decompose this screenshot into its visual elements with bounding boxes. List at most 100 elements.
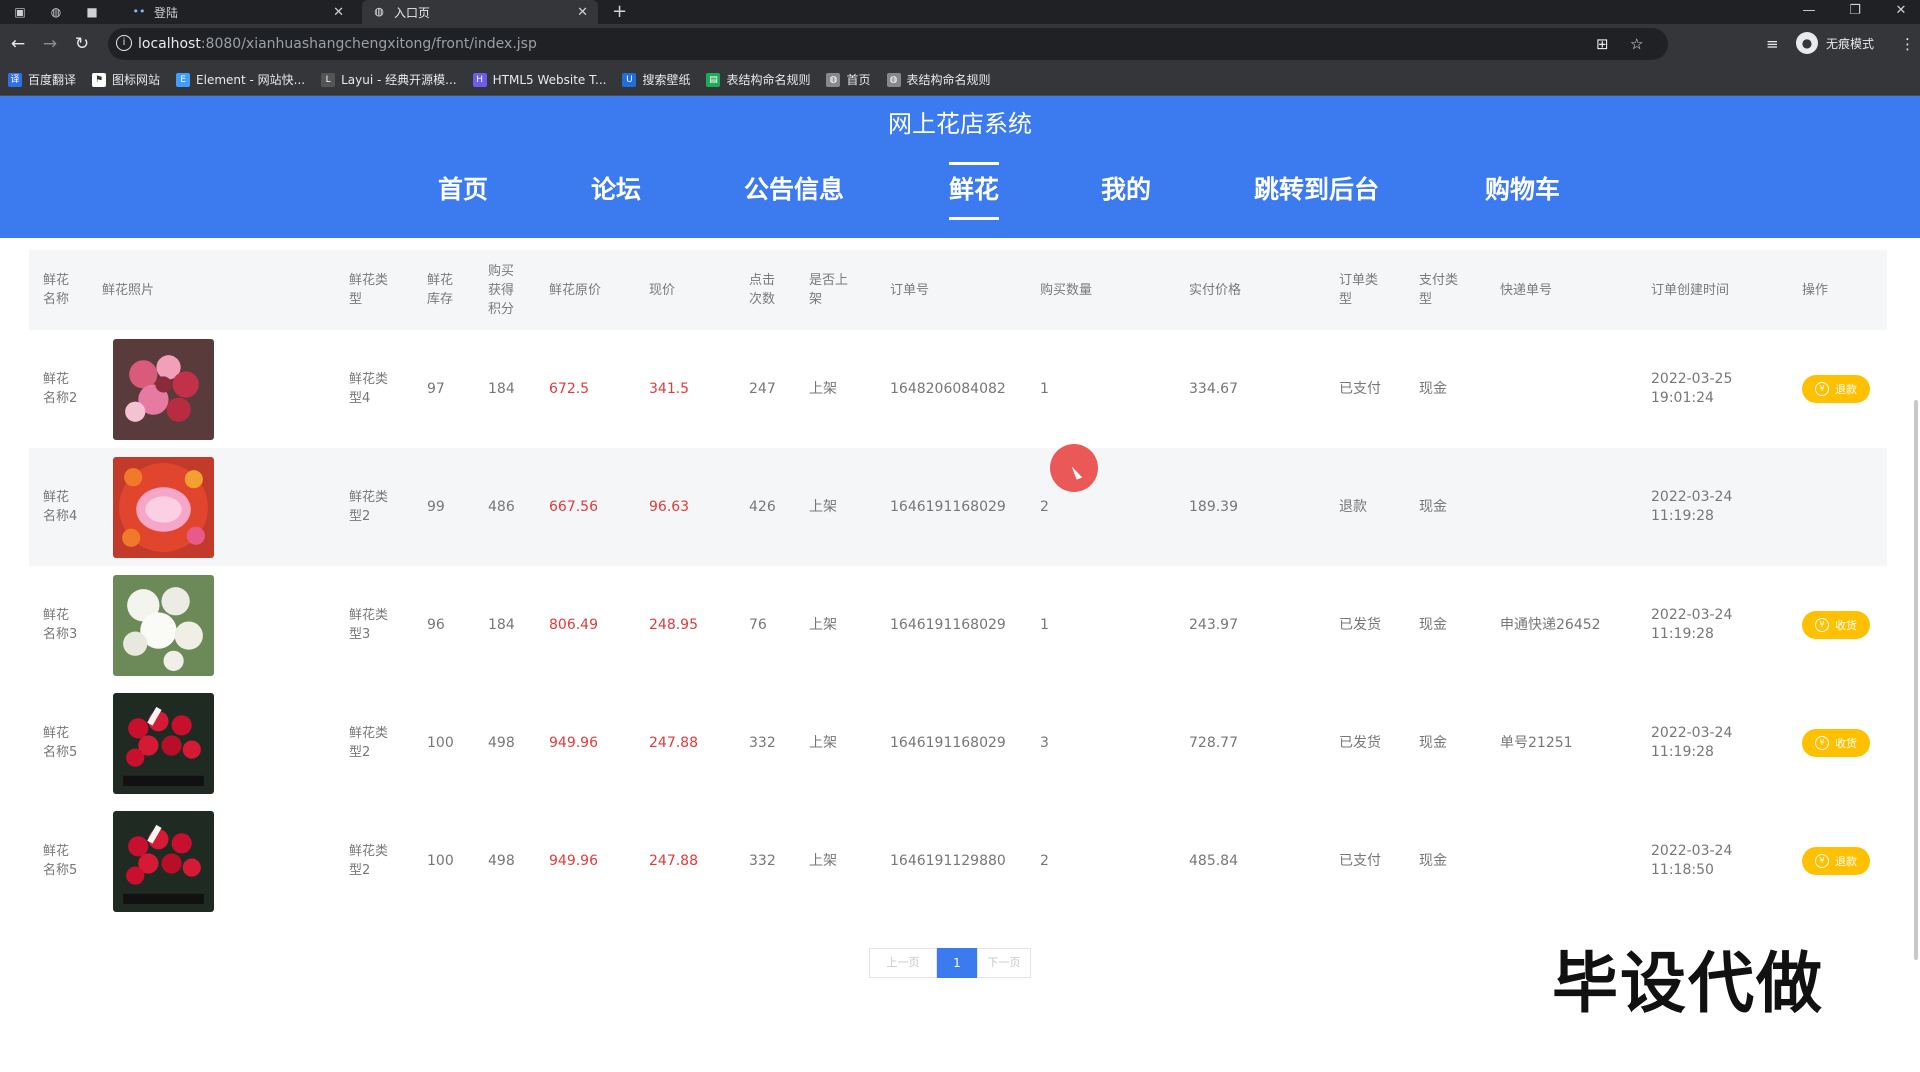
new-tab-icon[interactable]: + [612,1,627,22]
reading-list-icon[interactable]: ≡ [1766,35,1779,53]
orders-table: 鲜花名称 鲜花照片 鲜花类型 鲜花库存 购买获得积分 鲜花原价 现价 点击次数 … [29,250,1887,920]
address-bar[interactable]: i localhost:8080/xianhuashangchengxitong… [108,28,1668,60]
cell-text: 已支付 [1339,380,1381,397]
nav-cart[interactable]: 购物车 [1485,164,1560,216]
back-icon[interactable]: ← [8,34,28,54]
col-header: 是否上架 [809,273,849,307]
translate-icon[interactable]: ⊞ [1596,35,1609,53]
window-icon[interactable]: ■ [84,4,100,20]
globe-icon[interactable]: ◍ [48,4,64,20]
page-1-button[interactable]: 1 [937,948,977,978]
col-header: 订单创建时间 [1651,282,1730,298]
tab-login[interactable]: •• 登陆 ✕ [122,0,354,24]
cell-action [1788,448,1887,566]
next-page-button[interactable]: 下一页 [977,948,1031,978]
restore-icon[interactable]: ❐ [1832,0,1878,24]
col-header: 鲜花照片 [102,282,155,298]
bookmark-item[interactable]: ◍ 表结构命名规则 [886,71,991,88]
cell-text: 667.56 [549,498,598,515]
cell-text: 1646191129880 [890,852,1006,869]
nav-admin[interactable]: 跳转到后台 [1254,164,1379,216]
cell-pay-type: 现金 [1405,330,1486,448]
cell-text: 97 [427,380,445,397]
prev-page-button[interactable]: 上一页 [869,948,937,978]
site-title: 网上花店系统 [888,110,1032,138]
close-tab-icon[interactable]: ✕ [333,5,344,20]
yen-icon: ¥ [1815,736,1829,750]
bookmark-item[interactable]: U 搜索壁纸 [622,71,690,88]
cell-points: 184 [474,566,535,684]
html5-icon: H [472,72,487,87]
refund-button[interactable]: ¥ 退款 [1802,847,1870,875]
cell-price: 96.63 [635,448,735,566]
bilibili-icon[interactable]: ▣ [12,4,28,20]
incognito-badge[interactable]: ● 无痕模式 [1796,32,1874,54]
flower-photo[interactable] [113,338,214,440]
cell-order-no: 1648206084082 [876,330,1026,448]
nav-announcements[interactable]: 公告信息 [744,164,844,216]
flower-photo[interactable] [113,456,214,558]
cell-text: 2 [1040,852,1049,869]
page-scrollbar[interactable] [1914,400,1918,960]
bookmark-item[interactable]: E Element - 网站快... [176,71,305,88]
cell-text: 1648206084082 [890,380,1006,397]
forward-icon[interactable]: → [40,34,60,54]
table-row: 鲜花名称5 鲜花类型2 100 498 949.96 247.88 332 上架 1646191… [29,684,1887,802]
table-row: 鲜花名称5 鲜花类型2 100 498 949.96 247.88 332 上架 1646191… [29,802,1887,920]
bookmark-item[interactable]: ▤ 表结构命名规则 [706,71,810,88]
nav-flowers[interactable]: 鲜花 [949,162,1000,220]
info-icon[interactable]: i [116,35,132,51]
tab-entry[interactable]: ◍ 入口页 ✕ [362,0,598,24]
star-icon[interactable]: ☆ [1630,35,1643,53]
bookmark-item[interactable]: 译百度翻译 [8,71,76,88]
nav-forum[interactable]: 论坛 [591,164,641,216]
minimize-icon[interactable]: — [1786,0,1832,24]
globe-icon: ◍ [826,72,841,87]
cell-text: 949.96 [549,852,598,869]
cell-paid: 485.84 [1175,802,1325,920]
bookmarks-bar: 译百度翻译 ⚑ 图标网站 E Element - 网站快... L Layui - 经… [0,64,1920,96]
cell-express: 单号21251 [1486,684,1637,802]
cell-clicks: 247 [735,330,795,448]
bookmark-item[interactable]: L Layui - 经典开源模... [321,71,457,88]
cell-text: 现金 [1419,852,1447,869]
bookmark-label: 表结构命名规则 [906,73,991,87]
refund-button[interactable]: ¥ 退款 [1802,375,1870,403]
flower-photo[interactable] [113,692,214,794]
cell-text: 96.63 [649,498,690,515]
close-tab-icon[interactable]: ✕ [577,5,588,20]
cell-qty: 3 [1026,684,1175,802]
nav-mine[interactable]: 我的 [1101,164,1151,216]
menu-icon[interactable]: ⋮ [1900,35,1915,53]
reload-icon[interactable]: ↻ [72,34,92,54]
cell-action: ¥ 收货 [1788,566,1887,684]
url-text[interactable]: localhost:8080/xianhuashangchengxitong/f… [138,36,537,52]
cell-order-no: 1646191168029 [876,566,1026,684]
table-row: 鲜花名称4 鲜花类型2 99 486 667.56 96.63 426 上架 164619116… [29,448,1887,566]
bookmark-item[interactable]: ⚑ 图标网站 [92,71,160,88]
flower-photo[interactable] [113,810,214,912]
cell-text: 498 [488,734,515,751]
cell-order-no: 1646191168029 [876,448,1026,566]
cell-text: 鲜花名称3 [43,608,78,642]
cell-price: 248.95 [635,566,735,684]
receive-button[interactable]: ¥ 收货 [1802,611,1870,639]
nav-home[interactable]: 首页 [438,164,488,216]
cell-points: 498 [474,684,535,802]
cell-price: 247.88 [635,684,735,802]
cell-order-type: 已支付 [1325,330,1405,448]
bookmark-item[interactable]: H HTML5 Website T... [472,72,606,87]
cell-text: 76 [749,616,767,633]
cell-text: 498 [488,852,515,869]
cell-text: 100 [427,734,454,751]
flower-photo[interactable] [113,574,214,676]
cell-text: 现金 [1419,380,1447,397]
cell-date: 2022-03-24 [1651,489,1733,505]
cell-shelf: 上架 [795,566,876,684]
browser-toolbar: ← → ↻ i localhost:8080/xianhuashangcheng… [0,24,1920,64]
bookmark-item[interactable]: ◍ 首页 [826,71,871,88]
close-window-icon[interactable]: ✕ [1878,0,1920,24]
cell-type: 鲜花类型2 [335,684,413,802]
receive-button[interactable]: ¥ 收货 [1802,729,1870,757]
cell-created-time: 2022-03-24 11:19:28 [1637,448,1788,566]
